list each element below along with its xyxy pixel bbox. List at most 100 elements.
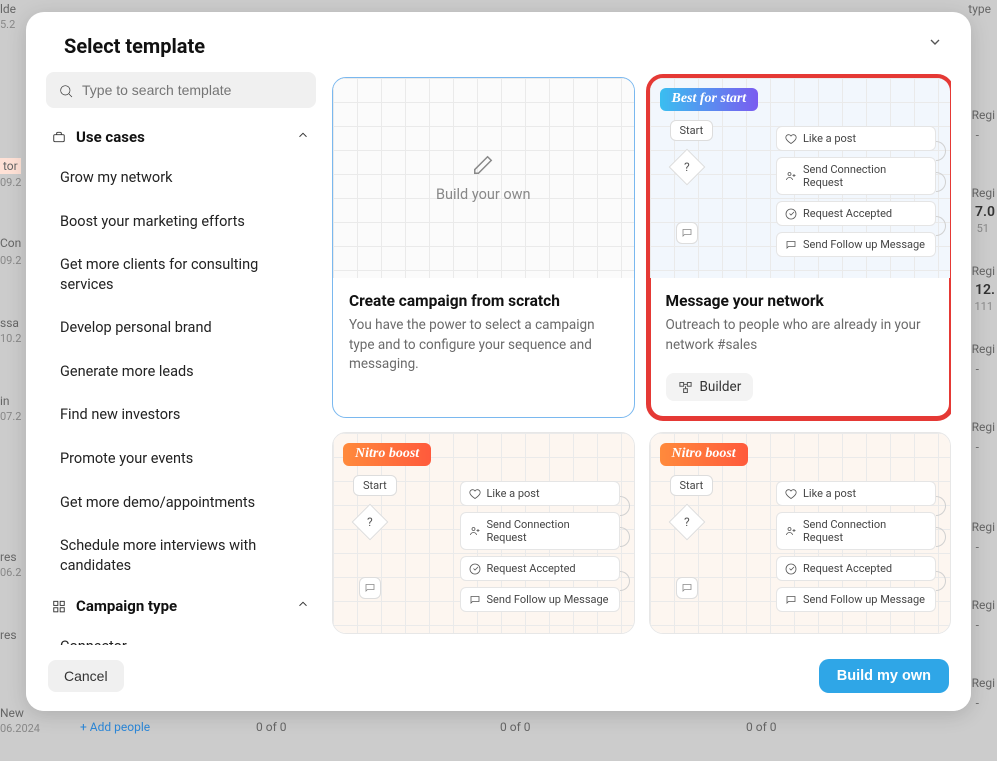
section-label: Campaign type	[76, 597, 177, 615]
bg-text: tor	[0, 158, 21, 174]
bg-text: -	[976, 540, 979, 554]
card-preview: Nitro boost Start ? Like a post Send Con…	[650, 433, 951, 633]
flow-step: Send Connection Request	[460, 512, 620, 550]
card-preview: Best for start Start ? Like a post Send …	[650, 78, 951, 278]
filter-demo-appointments[interactable]: Get more demo/appointments	[46, 483, 316, 523]
bg-text: Regi	[972, 420, 995, 434]
bg-text: 51	[977, 222, 989, 235]
build-label: Build your own	[436, 186, 531, 203]
pencil-icon	[472, 154, 494, 176]
card-desc: You have the power to select a campaign …	[349, 316, 618, 375]
card-message-network[interactable]: Best for start Start ? Like a post Send …	[649, 77, 952, 418]
bg-text: Regi	[972, 598, 995, 612]
filter-schedule-interviews[interactable]: Schedule more interviews with candidates	[46, 526, 316, 585]
chevron-up-icon	[294, 597, 312, 615]
bg-text: + Add people	[80, 720, 150, 734]
card-title: Message your network	[666, 292, 935, 310]
filter-find-investors[interactable]: Find new investors	[46, 395, 316, 435]
briefcase-icon	[50, 130, 68, 144]
filter-personal-brand[interactable]: Develop personal brand	[46, 308, 316, 348]
bg-text: 5.2	[0, 18, 15, 31]
close-icon[interactable]	[927, 34, 943, 55]
bg-text: Regi	[972, 676, 995, 690]
card-preview: Build your own	[333, 78, 634, 278]
bg-text: -	[976, 618, 979, 632]
section-use-cases[interactable]: Use cases	[46, 120, 316, 154]
card-scratch[interactable]: Build your own Create campaign from scra…	[332, 77, 635, 418]
bg-text: 09.2	[0, 254, 21, 267]
chevron-up-icon	[294, 128, 312, 146]
card-nitro-a[interactable]: Nitro boost Start ? Like a post Send Con…	[332, 432, 635, 634]
chat-icon	[676, 577, 698, 599]
flow-step: Send Follow up Message	[776, 232, 936, 257]
bg-text: -	[976, 696, 979, 710]
bg-text: Regi	[972, 342, 995, 356]
badge-nitro-boost: Nitro boost	[343, 443, 431, 466]
chat-icon	[676, 222, 698, 244]
cancel-button[interactable]: Cancel	[48, 660, 124, 692]
flow-step: Send Follow up Message	[460, 587, 620, 612]
bg-text: Regi	[972, 186, 995, 200]
bg-text: Regi	[972, 108, 995, 122]
flow-step: Request Accepted	[776, 556, 936, 581]
search-wrap	[46, 72, 316, 108]
flow-start: Start	[670, 475, 714, 496]
flow-step: Send Connection Request	[776, 157, 936, 195]
page-title: Select template	[64, 34, 205, 58]
flow-steps: Like a post Send Connection Request Requ…	[460, 481, 620, 612]
bg-text: res	[0, 628, 17, 642]
bg-text: 12.	[975, 282, 995, 298]
chip-builder: Builder	[666, 373, 754, 401]
flow-decision: ?	[668, 149, 705, 186]
card-text: Message your network Outreach to people …	[650, 278, 951, 417]
card-title: Create campaign from scratch	[349, 292, 618, 310]
filter-grow-network[interactable]: Grow my network	[46, 158, 316, 198]
card-nitro-b[interactable]: Nitro boost Start ? Like a post Send Con…	[649, 432, 952, 634]
flow-steps: Like a post Send Connection Request Requ…	[776, 126, 936, 257]
chat-icon	[359, 577, 381, 599]
card-text: Create campaign from scratch You have th…	[333, 278, 634, 391]
bg-text: Regi	[972, 520, 995, 534]
search-icon	[58, 83, 74, 99]
flow-step: Request Accepted	[776, 201, 936, 226]
bg-text: res	[0, 550, 17, 564]
bg-text: -	[976, 128, 979, 142]
flow-step: Like a post	[460, 481, 620, 506]
builder-icon	[678, 380, 693, 395]
filter-consulting-clients[interactable]: Get more clients for consulting services	[46, 245, 316, 304]
flow-steps: Like a post Send Connection Request Requ…	[776, 481, 936, 612]
flow-step: Like a post	[776, 481, 936, 506]
flow-decision: ?	[352, 504, 389, 541]
search-input[interactable]	[46, 72, 316, 108]
bg-text: in	[0, 394, 10, 408]
bg-text: ssa	[0, 316, 19, 330]
flow-step: Like a post	[776, 126, 936, 151]
bg-text: lde	[0, 2, 16, 16]
flow-start: Start	[670, 120, 714, 141]
flow-step: Send Connection Request	[776, 512, 936, 550]
bg-text: New	[0, 706, 24, 720]
flow-step: Request Accepted	[460, 556, 620, 581]
section-campaign-type[interactable]: Campaign type	[46, 589, 316, 623]
bg-text: 09.2	[0, 176, 21, 189]
select-template-modal: Select template Use cases Grow my networ…	[26, 12, 971, 711]
filter-boost-marketing[interactable]: Boost your marketing efforts	[46, 202, 316, 242]
bg-text: Regi	[972, 264, 995, 278]
layout-icon	[50, 599, 68, 613]
bg-text: 10.2	[0, 332, 21, 345]
bg-text: 111	[974, 300, 993, 313]
filter-more-leads[interactable]: Generate more leads	[46, 352, 316, 392]
sidebar: Use cases Grow my network Boost your mar…	[46, 32, 316, 645]
build-my-own-button[interactable]: Build my own	[819, 659, 949, 693]
bg-text: -	[976, 362, 979, 376]
filter-connector[interactable]: Connector	[46, 627, 316, 645]
template-grid: Build your own Create campaign from scra…	[332, 32, 951, 645]
flow-step: Send Follow up Message	[776, 587, 936, 612]
card-preview: Nitro boost Start ? Like a post Send Con…	[333, 433, 634, 633]
flow-decision: ?	[668, 504, 705, 541]
bg-text: 0 of 0	[500, 720, 530, 734]
filter-promote-events[interactable]: Promote your events	[46, 439, 316, 479]
bg-text: 0 of 0	[746, 720, 776, 734]
modal-footer: Cancel Build my own	[26, 645, 971, 711]
flow-start: Start	[353, 475, 397, 496]
